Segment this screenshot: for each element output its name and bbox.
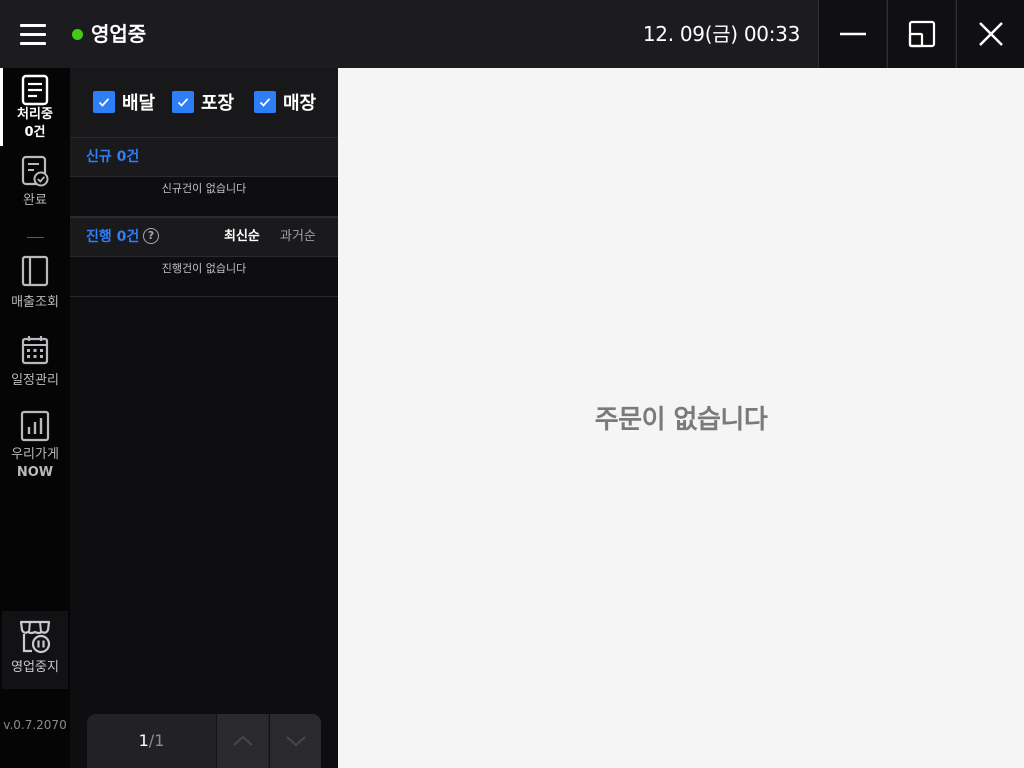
new-orders-empty: 신규건이 없습니다 [70,177,338,217]
bar-chart-icon [20,410,50,442]
filter-label: 매장 [283,93,317,114]
filter-dine-in[interactable]: 매장 [254,90,316,114]
sidebar-item-schedule[interactable]: 일정관리 [0,334,70,390]
new-orders-header: 신규 0건 [70,137,338,177]
in-progress-header: 진행 0건 ? 최신순 과거순 [70,217,338,257]
current-datetime: 12. 09(금) 00:33 [642,22,800,46]
checkbox-checked-icon [93,91,115,113]
store-pause-icon [19,620,51,654]
total-pages: 1 [154,731,165,750]
order-complete-icon [21,155,49,187]
help-icon[interactable]: ? [143,228,159,244]
close-icon [978,22,1003,46]
sort-latest-button[interactable]: 최신순 [224,228,260,246]
order-type-filters: 배달 포장 매장 [70,68,338,138]
checkbox-checked-icon [254,91,276,113]
checkbox-checked-icon [172,91,194,113]
sidebar-item-label: 우리가게 [11,447,59,462]
new-orders-title: 신규 0건 [86,149,140,165]
sidebar-item-label: 처리중 [17,107,53,122]
chevron-down-icon [285,736,306,747]
sidebar-item-processing[interactable]: 처리중 0건 [0,74,70,142]
menu-icon[interactable] [18,22,48,48]
app-version: v.0.7.2070 [3,718,67,732]
order-panel: 배달 포장 매장 신규 0건 신규건이 없습니다 진행 0건 ? 최신순 과거순… [70,68,338,768]
no-orders-message: 주문이 없습니다 [594,405,768,435]
page-down-button[interactable] [269,714,321,768]
sidebar-item-store-now[interactable]: 우리가게 NOW [0,410,70,482]
sidebar: 처리중 0건 완료 매출조회 일정관리 우리가게 NOW 영업중지 v.0.7.… [0,68,70,768]
order-list-icon [21,74,49,106]
minimize-button[interactable] [818,0,886,68]
stop-business-label: 영업중지 [11,660,59,675]
store-status: 영업중 [91,22,147,46]
sidebar-item-label: 완료 [23,193,47,208]
in-progress-empty: 진행건이 없습니다 [70,257,338,297]
sidebar-item-label: 매출조회 [11,295,59,310]
sales-book-icon [21,255,49,287]
close-button[interactable] [956,0,1024,68]
restore-button[interactable] [887,0,955,68]
status-indicator [72,29,83,40]
filter-takeout[interactable]: 포장 [172,90,234,114]
sidebar-item-count: 0건 [24,125,46,140]
calendar-icon [21,336,49,365]
filter-delivery[interactable]: 배달 [93,90,155,114]
sidebar-divider [27,237,44,238]
stop-business-button[interactable]: 영업중지 [2,611,68,689]
filter-label: 포장 [201,93,235,114]
current-page: 1 [138,731,149,750]
order-detail-area: 주문이 없습니다 [338,68,1024,768]
chevron-up-icon [232,735,253,746]
sidebar-item-label: 일정관리 [11,373,59,388]
restore-icon [908,20,935,48]
filter-label: 배달 [122,93,156,114]
title-bar: 영업중 12. 09(금) 00:33 [0,0,1024,68]
page-indicator: 1/1 [87,714,216,768]
sidebar-item-sublabel: NOW [16,465,54,480]
pagination: 1/1 [87,714,321,768]
sort-oldest-button[interactable]: 과거순 [280,228,316,246]
minimize-icon [839,32,866,36]
in-progress-title: 진행 0건 [86,229,140,245]
page-up-button[interactable] [216,714,268,768]
sidebar-item-complete[interactable]: 완료 [0,154,70,210]
sidebar-item-sales[interactable]: 매출조회 [0,254,70,312]
